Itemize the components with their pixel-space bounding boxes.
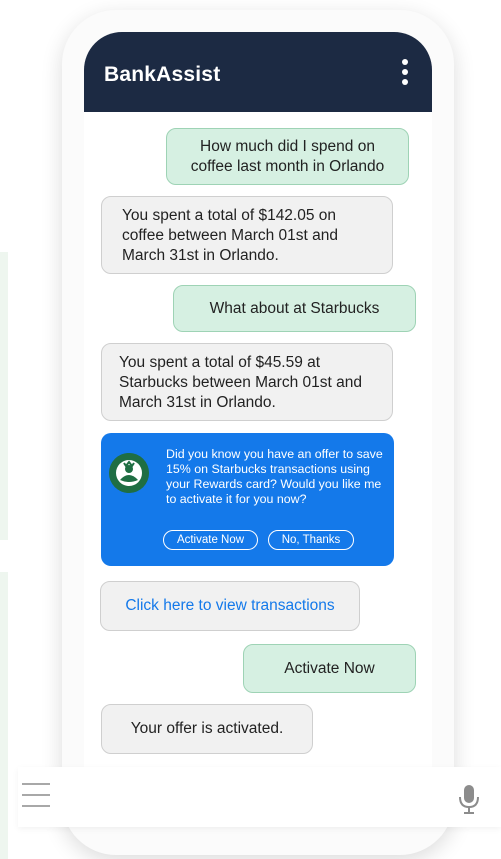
user-message: How much did I spend on coffee last mont… — [166, 128, 409, 185]
activate-now-button[interactable]: Activate Now — [163, 530, 258, 550]
offer-text: Did you know you have an offer to save 1… — [166, 447, 383, 506]
app-header: BankAssist — [84, 32, 432, 112]
background-strip-top — [0, 252, 8, 540]
starbucks-logo — [109, 453, 149, 493]
user-message: What about at Starbucks — [173, 285, 416, 332]
kebab-menu-icon[interactable] — [400, 59, 410, 95]
app-title: BankAssist — [104, 63, 221, 86]
bot-message: You spent a total of $45.59 at Starbucks… — [101, 343, 393, 421]
user-message: Activate Now — [243, 644, 416, 693]
view-transactions-link[interactable]: Click here to view transactions — [100, 581, 360, 631]
microphone-icon[interactable] — [456, 783, 482, 817]
bot-message: Your offer is activated. — [101, 704, 313, 754]
no-thanks-button[interactable]: No, Thanks — [268, 530, 354, 550]
hamburger-menu-icon[interactable] — [22, 783, 50, 809]
view-transactions-link-text[interactable]: Click here to view transactions — [125, 597, 334, 614]
bottom-input-bar[interactable] — [18, 767, 501, 827]
chat-screen: BankAssist How much did I spend on coffe… — [84, 32, 432, 767]
background-strip-bottom — [0, 572, 8, 859]
bot-message: You spent a total of $142.05 on coffee b… — [101, 196, 393, 274]
offer-card: Did you know you have an offer to save 1… — [101, 433, 394, 566]
